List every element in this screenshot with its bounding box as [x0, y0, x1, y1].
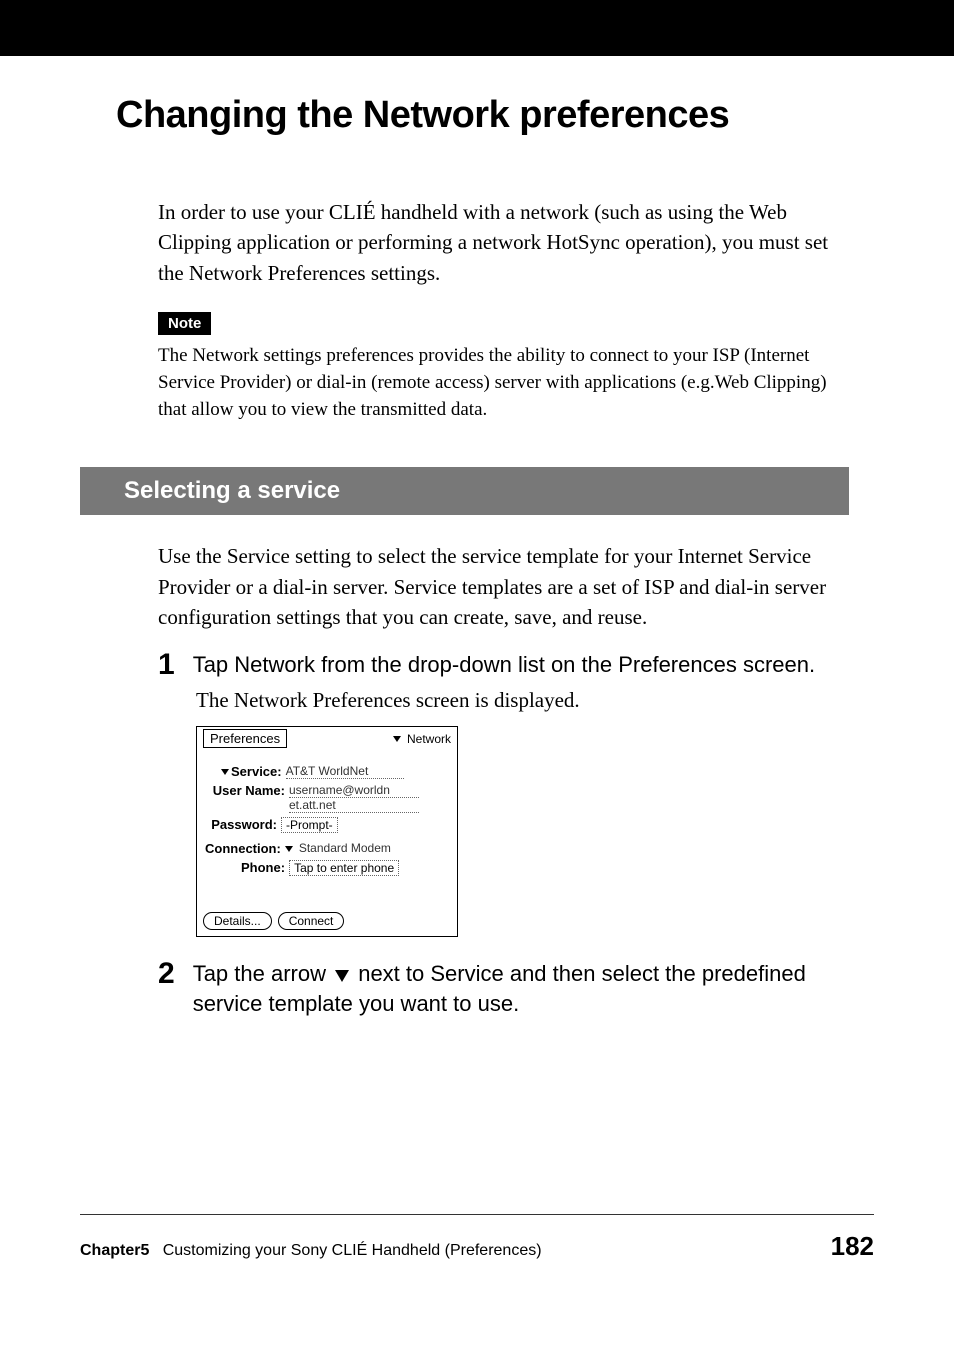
step-2-text-before: Tap the arrow [193, 961, 332, 986]
service-arrow-icon[interactable] [221, 769, 229, 775]
palm-buttons: Details... Connect [197, 908, 457, 936]
top-bar [0, 0, 954, 56]
section-intro: Use the Service setting to select the se… [158, 541, 849, 632]
step-1-text: Tap Network from the drop-down list on t… [193, 650, 849, 680]
palm-header-dropdown[interactable]: Network [393, 732, 451, 746]
password-row: Password: -Prompt- [205, 817, 449, 833]
password-value[interactable]: -Prompt- [281, 817, 338, 833]
footer-chapter: Chapter5 [80, 1242, 149, 1259]
details-button[interactable]: Details... [203, 912, 272, 930]
intro-text: In order to use your CLIÉ handheld with … [158, 197, 844, 288]
service-row: Service: AT&T WorldNet [205, 764, 449, 779]
username-label: User Name: [205, 783, 285, 798]
connection-label: Connection: [205, 841, 281, 856]
footer: Chapter5 Customizing your Sony CLIÉ Hand… [80, 1214, 874, 1262]
footer-chapter-desc: Customizing your Sony CLIÉ Handheld (Pre… [163, 1242, 542, 1259]
palm-body: Service: AT&T WorldNet User Name: userna… [197, 750, 457, 888]
phone-label: Phone: [241, 860, 285, 875]
step-2-text: Tap the arrow next to Service and then s… [193, 959, 849, 1018]
password-label: Password: [205, 817, 277, 832]
connect-button[interactable]: Connect [278, 912, 345, 930]
service-label: Service: [231, 764, 282, 779]
step-1-row: 1 Tap Network from the drop-down list on… [158, 650, 849, 680]
connection-arrow-icon[interactable] [285, 846, 293, 852]
section-header: Selecting a service [80, 467, 849, 515]
palm-header: Preferences Network [197, 727, 457, 751]
page-title: Changing the Network preferences [116, 94, 874, 137]
palm-screenshot: Preferences Network Service: AT&T WorldN… [196, 726, 874, 938]
phone-value[interactable]: Tap to enter phone [289, 860, 399, 876]
footer-left: Chapter5 Customizing your Sony CLIÉ Hand… [80, 1242, 542, 1260]
connection-row: Connection: Standard Modem [205, 841, 449, 856]
phone-row: Phone: Tap to enter phone [205, 860, 449, 876]
service-value[interactable]: AT&T WorldNet [286, 764, 404, 779]
connection-value[interactable]: Standard Modem [299, 841, 391, 855]
username-row: User Name: username@worldn et.att.net [205, 783, 449, 813]
palm-title: Preferences [203, 729, 287, 749]
step-2-row: 2 Tap the arrow next to Service and then… [158, 959, 849, 1018]
step-1-subtext: The Network Preferences screen is displa… [196, 686, 849, 715]
footer-page-number: 182 [831, 1231, 874, 1262]
username-value-2[interactable]: et.att.net [289, 798, 419, 813]
dropdown-arrow-icon [393, 736, 401, 742]
down-arrow-icon [335, 970, 349, 982]
palm-screen: Preferences Network Service: AT&T WorldN… [196, 726, 458, 938]
palm-header-dropdown-label: Network [407, 732, 451, 746]
step-2-number: 2 [158, 959, 175, 989]
note-badge: Note [158, 312, 211, 335]
username-value-1[interactable]: username@worldn [289, 783, 419, 798]
content-area: Changing the Network preferences In orde… [0, 94, 954, 1019]
note-text: The Network settings preferences provide… [158, 343, 854, 423]
step-1-number: 1 [158, 650, 175, 680]
